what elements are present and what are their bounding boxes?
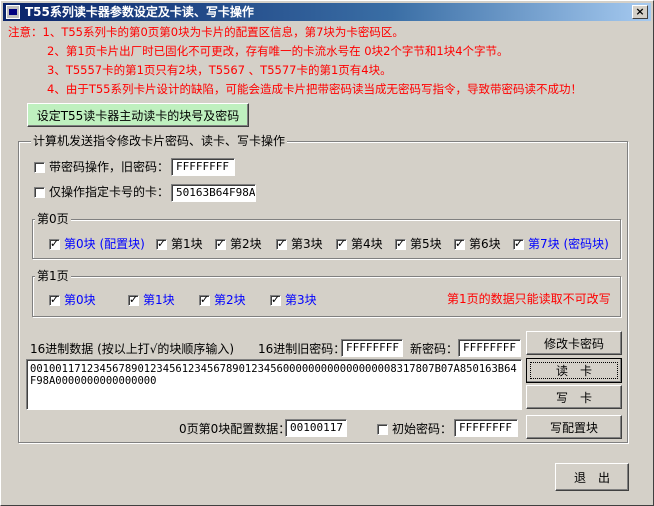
- exit-button[interactable]: 退 出: [555, 463, 629, 491]
- page0-block7-checkbox[interactable]: [513, 237, 524, 250]
- old-password-input[interactable]: FFFFFFFF: [171, 158, 235, 176]
- config-data-input[interactable]: 00100117: [285, 419, 347, 437]
- card-operation-group-label: 计算机发送指令修改卡片密码、读卡、写卡操作: [31, 134, 288, 148]
- note-line-4: 4、由于T55系列卡片设计的缺陷，可能会造成卡片把带密码读当成无密码写指令，导致…: [47, 82, 582, 96]
- page0-block0-label: 第0块 (配置块): [64, 237, 145, 251]
- page0-block0-checkbox[interactable]: [49, 237, 60, 250]
- page0-block7-label: 第7块 (密码块): [528, 237, 609, 251]
- page0-block1-checkbox[interactable]: [156, 237, 167, 250]
- page1-block2-label: 第2块: [214, 293, 246, 307]
- write-config-button[interactable]: 写配置块: [526, 415, 622, 439]
- init-password-label: 初始密码：: [392, 422, 453, 436]
- password-op-label: 带密码操作，旧密码：: [49, 160, 170, 174]
- page1-block3-checkbox[interactable]: [270, 293, 281, 306]
- read-card-button[interactable]: 读 卡: [526, 358, 622, 383]
- page1-block1-label: 第1块: [143, 293, 175, 307]
- setup-reader-button[interactable]: 设定T55读卡器主动读卡的块号及密码: [27, 103, 249, 127]
- page1-block1-checkbox[interactable]: [128, 293, 139, 306]
- window: T55系列读卡器参数设定及卡读、写卡操作 × 注意：1、T55系列卡的第0页第0…: [0, 0, 654, 506]
- page0-block5-checkbox[interactable]: [395, 237, 406, 250]
- note-line-3: 3、T5557卡的第1页只有2块，T5567 、T5577卡的第1页有4块。: [47, 63, 392, 77]
- note-line-2: 2、第1页卡片出厂时已固化不可更改，存有唯一的卡流水号在 0块2个字节和1块4个…: [47, 44, 509, 58]
- config-data-label: 0页第0块配置数据：: [179, 422, 291, 436]
- page1-readonly-note: 第1页的数据只能读取不可改写: [447, 292, 611, 306]
- init-password-checkbox[interactable]: [377, 424, 388, 435]
- page1-block0-label: 第0块: [64, 293, 96, 307]
- page0-block2-label: 第2块: [230, 237, 262, 251]
- new-password-input[interactable]: FFFFFFFF: [458, 339, 521, 357]
- hex-data-textarea[interactable]: 0010011712345678901234561234567890123456…: [26, 359, 522, 410]
- page1-block2-checkbox[interactable]: [199, 293, 210, 306]
- page0-block3-label: 第3块: [291, 237, 323, 251]
- page0-block5-label: 第5块: [410, 237, 442, 251]
- page0-block4-label: 第4块: [351, 237, 383, 251]
- card-only-label: 仅操作指定卡号的卡：: [49, 185, 170, 199]
- page1-group-label: 第1页: [35, 269, 71, 283]
- page0-block1-label: 第1块: [171, 237, 203, 251]
- close-button[interactable]: ×: [632, 5, 648, 19]
- page0-group-label: 第0页: [35, 212, 71, 226]
- new-password-label: 新密码：: [410, 342, 459, 356]
- note-line-1: 注意：1、T55系列卡的第0页第0块为卡片的配置区信息，第7块为卡密码区。: [8, 25, 404, 39]
- password-op-checkbox[interactable]: [34, 162, 45, 173]
- init-password-input[interactable]: FFFFFFFF: [454, 419, 518, 437]
- change-password-button[interactable]: 修改卡密码: [526, 331, 622, 355]
- write-card-button[interactable]: 写 卡: [526, 385, 622, 409]
- page0-block4-checkbox[interactable]: [336, 237, 347, 250]
- hex-old-password-label: 16进制旧密码：: [258, 342, 346, 356]
- page0-block6-checkbox[interactable]: [454, 237, 465, 250]
- title-bar[interactable]: T55系列读卡器参数设定及卡读、写卡操作 ×: [3, 3, 651, 21]
- page0-block3-checkbox[interactable]: [276, 237, 287, 250]
- page0-block6-label: 第6块: [469, 237, 501, 251]
- hex-old-password-input[interactable]: FFFFFFFF: [341, 339, 403, 357]
- window-title: T55系列读卡器参数设定及卡读、写卡操作: [25, 5, 254, 19]
- card-number-input[interactable]: 50163B64F98A: [171, 184, 256, 202]
- hex-data-label: 16进制数据 (按以上打√的块顺序输入): [30, 342, 235, 356]
- page1-block0-checkbox[interactable]: [49, 293, 60, 306]
- page0-block2-checkbox[interactable]: [215, 237, 226, 250]
- card-only-checkbox[interactable]: [34, 187, 45, 198]
- app-icon: [6, 5, 20, 19]
- page1-block3-label: 第3块: [285, 293, 317, 307]
